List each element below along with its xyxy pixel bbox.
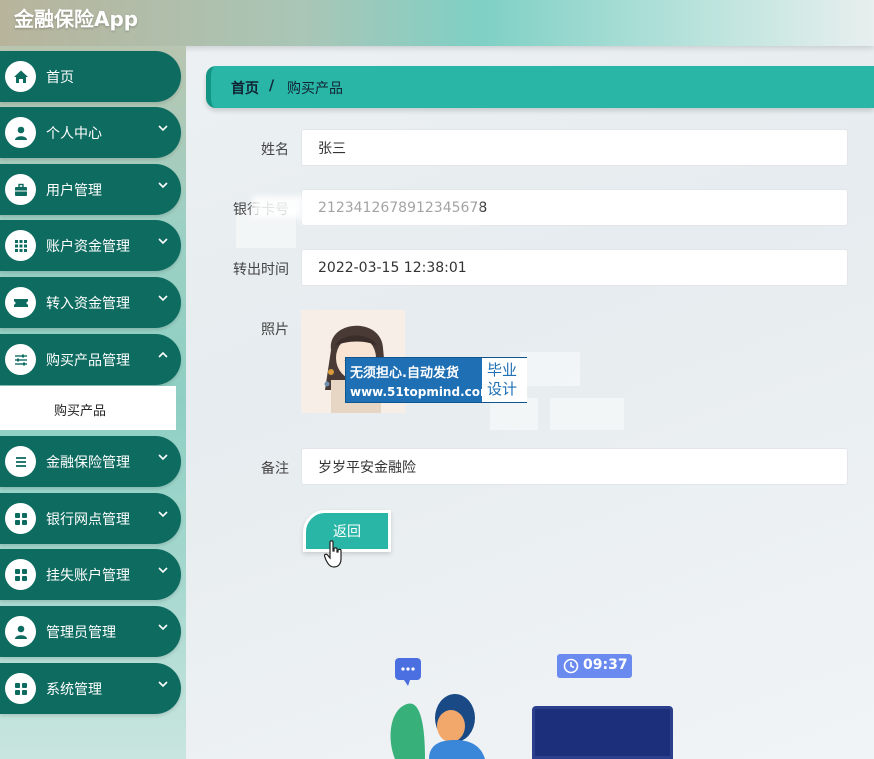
sidebar-item-system[interactable]: 系统管理	[0, 663, 181, 714]
back-button[interactable]: 返回	[303, 510, 391, 552]
person-illustration	[390, 694, 485, 759]
chevron-down-icon	[158, 511, 168, 518]
chevron-down-icon	[158, 238, 168, 245]
watermark-badge: 毕业设计	[482, 358, 527, 402]
hand-cursor-icon	[324, 540, 342, 568]
apps-icon	[5, 673, 36, 704]
chevron-down-icon	[158, 125, 168, 132]
chevron-down-icon	[158, 295, 168, 302]
background-shape	[520, 352, 580, 386]
sidebar-item-admins[interactable]: 管理员管理	[0, 606, 181, 657]
sidebar-item-home[interactable]: 首页	[0, 51, 181, 102]
sidebar-item-label: 用户管理	[46, 183, 102, 199]
sidebar-item-purchase-products[interactable]: 购买产品管理	[0, 334, 181, 385]
breadcrumb-separator: /	[269, 78, 275, 94]
user-icon	[5, 117, 36, 148]
breadcrumb: 首页 / 购买产品	[206, 66, 874, 108]
chevron-down-icon	[158, 624, 168, 631]
watermark-url: www.51topmind.com	[350, 385, 493, 399]
name-label: 姓名	[261, 142, 289, 158]
clock-time: 09:37	[583, 657, 628, 673]
redaction-blur	[300, 196, 480, 224]
user-icon	[5, 616, 36, 647]
sidebar-item-label: 金融保险管理	[46, 455, 130, 471]
home-icon	[5, 61, 36, 92]
clock-badge: 09:37	[557, 654, 632, 678]
sidebar-item-bank-branches[interactable]: 银行网点管理	[0, 493, 181, 544]
apps-icon	[5, 503, 36, 534]
chat-bubble-icon	[395, 658, 421, 686]
sidebar-item-label: 系统管理	[46, 682, 102, 698]
clock-icon	[563, 658, 579, 674]
remark-label: 备注	[261, 461, 289, 477]
briefcase-icon	[5, 174, 36, 205]
monitor-illustration	[532, 706, 673, 759]
sidebar-item-label: 购买产品管理	[46, 353, 130, 369]
redaction-blur	[252, 196, 302, 218]
grid-icon	[5, 230, 36, 261]
sidebar-item-label: 管理员管理	[46, 625, 116, 641]
list-icon	[5, 446, 36, 477]
sidebar-item-insurance[interactable]: 金融保险管理	[0, 436, 181, 487]
sidebar-item-profile[interactable]: 个人中心	[0, 107, 181, 158]
chevron-up-icon	[158, 351, 168, 358]
chevron-down-icon	[158, 681, 168, 688]
breadcrumb-home-link[interactable]: 首页	[231, 78, 259, 98]
sidebar-subitem-label: 购买产品	[54, 404, 107, 419]
watermark-banner: 无须担心.自动发货 www.51topmind.com 毕业设计	[345, 357, 527, 403]
sidebar-item-label: 个人中心	[46, 126, 102, 142]
app-title: 金融保险App	[14, 7, 139, 31]
sidebar-subitem-purchase-product[interactable]: 购买产品	[0, 386, 176, 430]
watermark-text: 无须担心.自动发货	[350, 366, 459, 381]
name-field[interactable]	[301, 129, 848, 166]
sliders-icon	[5, 344, 36, 375]
sidebar-item-account-funds[interactable]: 账户资金管理	[0, 220, 181, 271]
photo-label: 照片	[261, 322, 289, 338]
chevron-down-icon	[158, 454, 168, 461]
breadcrumb-current: 购买产品	[287, 81, 343, 97]
top-header: 金融保险App	[0, 0, 874, 46]
sidebar-item-transfer-in[interactable]: 转入资金管理	[0, 277, 181, 328]
sidebar-item-lost-accounts[interactable]: 挂失账户管理	[0, 549, 181, 600]
sidebar-item-label: 转入资金管理	[46, 296, 130, 312]
chevron-down-icon	[158, 567, 168, 574]
sidebar-item-label: 银行网点管理	[46, 512, 130, 528]
apps-icon	[5, 559, 36, 590]
sidebar-item-users[interactable]: 用户管理	[0, 164, 181, 215]
sidebar-item-label: 首页	[46, 70, 74, 86]
background-shape	[550, 398, 624, 430]
ticket-icon	[5, 287, 36, 318]
sidebar-item-label: 挂失账户管理	[46, 568, 130, 584]
transfer-time-label: 转出时间	[233, 262, 289, 278]
sidebar-item-label: 账户资金管理	[46, 239, 130, 255]
remark-field[interactable]	[301, 448, 848, 485]
transfer-time-field[interactable]	[301, 249, 848, 286]
chevron-down-icon	[158, 182, 168, 189]
